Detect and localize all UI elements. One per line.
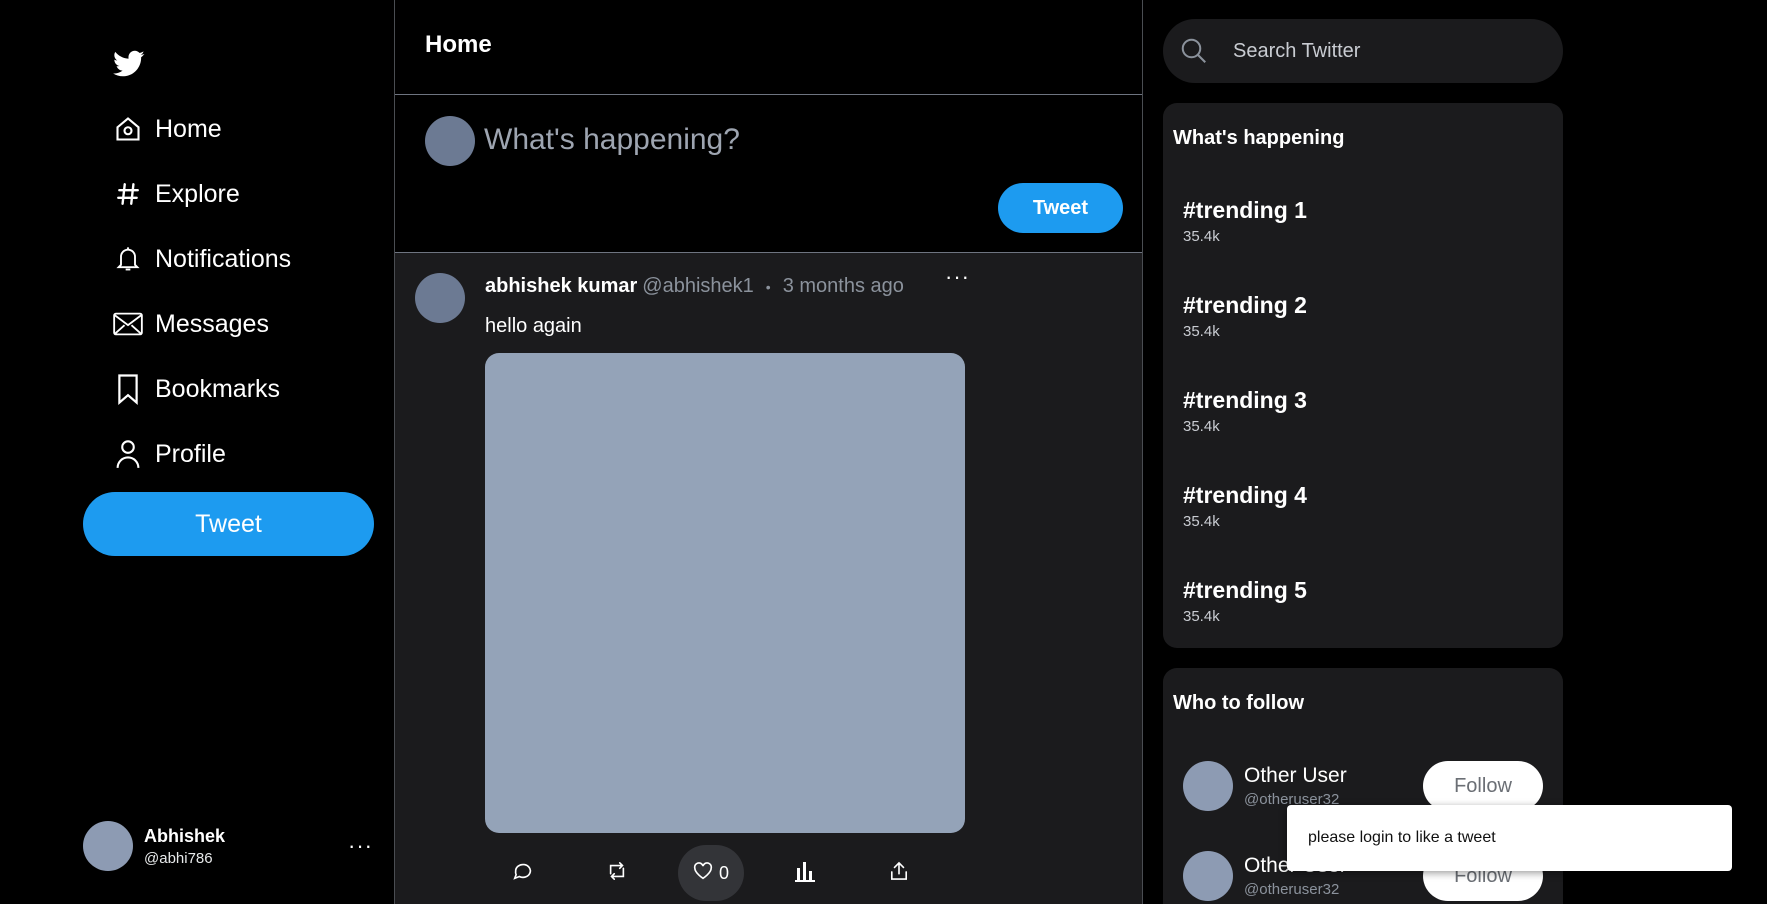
nav-label: Bookmarks [155,374,281,403]
search-bar[interactable] [1163,19,1563,83]
compose-tweet-button[interactable]: Tweet [998,183,1123,233]
avatar [83,821,133,871]
person-icon [113,439,143,469]
trend-item[interactable]: #trending 3 35.4k [1183,387,1307,435]
trend-item[interactable]: #trending 1 35.4k [1183,197,1307,245]
reply-button[interactable] [490,845,556,901]
follow-button[interactable]: Follow [1423,761,1543,811]
account-name: Abhishek [144,825,226,846]
nav-messages[interactable]: Messages [113,304,269,344]
tweet-actions: 0 [485,845,965,901]
user-handle: @otheruser32 [1244,881,1340,898]
comment-icon [512,860,534,887]
compose-input[interactable] [484,120,1044,160]
tweet-media[interactable] [485,353,965,833]
twitter-logo-icon[interactable] [113,50,145,80]
tweet-handle: @abhishek1 [642,275,754,297]
right-column: What's happening #trending 1 35.4k #tren… [1143,0,1767,904]
nav-label: Home [155,114,222,143]
nav-label: Messages [155,309,269,338]
user-name: Other User [1244,764,1347,787]
heart-icon [693,861,713,885]
share-icon [890,861,908,886]
hash-icon [113,179,143,209]
trending-panel: What's happening #trending 1 35.4k #tren… [1163,103,1563,648]
account-handle: @abhi786 [144,849,213,867]
trend-item[interactable]: #trending 5 35.4k [1183,577,1307,625]
account-switcher[interactable]: Abhishek @abhi786 ··· [83,820,383,872]
login-toast: please login to like a tweet [1287,805,1732,871]
trend-count: 35.4k [1183,418,1220,435]
tweet-author[interactable]: abhishek kumar [485,275,637,298]
like-button[interactable]: 0 [678,845,744,901]
nav-label: Explore [155,179,240,208]
avatar[interactable] [1183,851,1233,901]
like-count: 0 [718,862,729,883]
bell-icon [113,244,143,274]
main-header: Home [395,0,1142,95]
tweet-time: 3 months ago [782,275,904,297]
bookmark-icon [113,374,143,405]
trend-tag: #trending 3 [1183,387,1307,413]
analytics-button[interactable] [772,845,838,901]
toast-message: please login to like a tweet [1308,829,1496,846]
main-column: Home Tweet abhishek kumar @abhishek1 • 3… [394,0,1143,904]
share-button[interactable] [866,845,932,901]
bar-chart-icon [795,860,815,887]
retweet-button[interactable] [584,845,650,901]
trend-tag: #trending 1 [1183,197,1307,223]
avatar[interactable] [1183,761,1233,811]
nav-notifications[interactable]: Notifications [113,239,291,279]
search-input[interactable] [1233,39,1533,63]
trend-tag: #trending 4 [1183,482,1307,508]
home-icon [113,114,143,144]
envelope-icon [113,309,143,339]
tweet-header: abhishek kumar @abhishek1 • 3 months ago [485,275,904,298]
avatar [425,116,475,166]
trend-tag: #trending 2 [1183,292,1307,318]
search-icon [1179,36,1209,66]
left-sidebar: Home Explore Notifications Messages Book… [0,0,394,904]
nav-label: Profile [155,439,226,468]
page-title: Home [425,31,492,58]
sidebar-tweet-button[interactable]: Tweet [83,492,374,556]
tweet-card[interactable]: abhishek kumar @abhishek1 • 3 months ago… [395,253,1142,904]
trending-title: What's happening [1173,127,1345,149]
trend-count: 35.4k [1183,513,1220,530]
follow-title: Who to follow [1173,692,1305,714]
nav-home[interactable]: Home [113,109,222,149]
more-icon[interactable]: ··· [348,835,373,857]
more-icon[interactable]: ··· [945,266,970,288]
avatar[interactable] [415,273,465,323]
separator-dot: • [765,278,771,295]
trend-count: 35.4k [1183,228,1220,245]
trend-count: 35.4k [1183,608,1220,625]
trend-count: 35.4k [1183,323,1220,340]
trend-item[interactable]: #trending 4 35.4k [1183,482,1307,530]
nav-profile[interactable]: Profile [113,434,226,474]
trend-tag: #trending 5 [1183,577,1307,603]
tweet-text: hello again [485,315,582,337]
nav-explore[interactable]: Explore [113,174,240,214]
trend-item[interactable]: #trending 2 35.4k [1183,292,1307,340]
retweet-icon [606,861,628,886]
tweet-composer: Tweet [395,95,1142,253]
nav-label: Notifications [155,244,292,273]
nav-bookmarks[interactable]: Bookmarks [113,369,280,409]
